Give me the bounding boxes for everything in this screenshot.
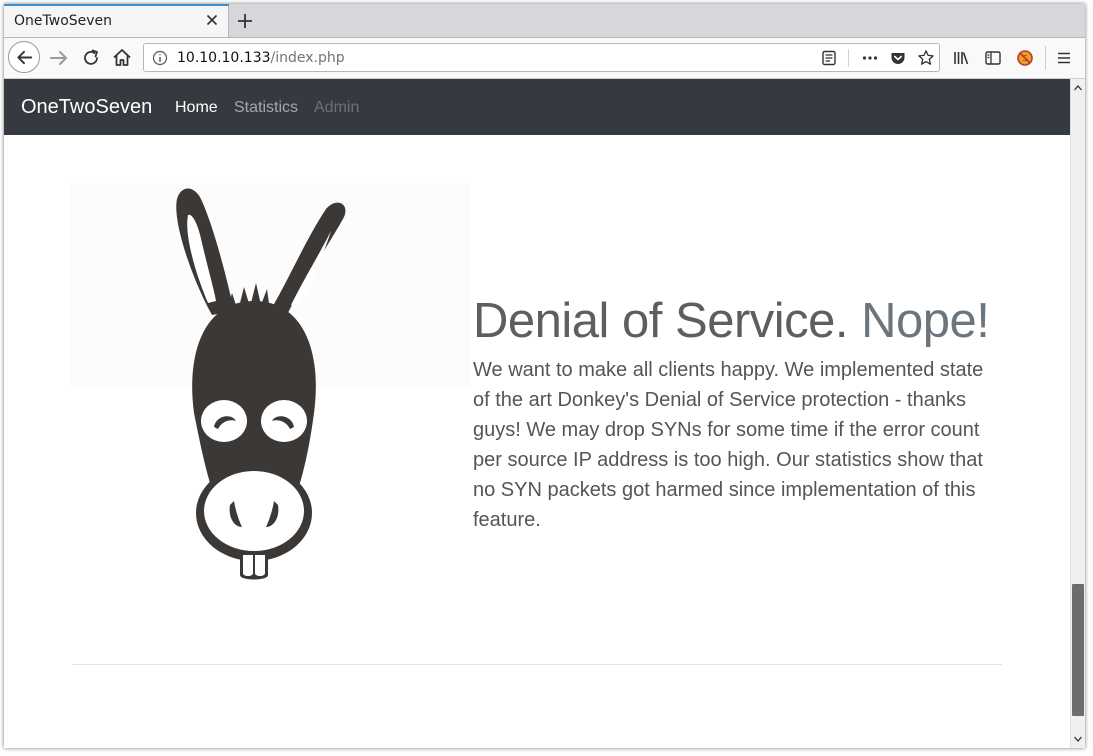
browser-toolbar: 10.10.10.133/index.php (4, 38, 1085, 79)
site-navbar: OneTwoSeven Home Statistics Admin (4, 79, 1070, 135)
nav-home-link[interactable]: Home (175, 99, 218, 117)
library-icon[interactable] (952, 49, 970, 67)
reload-icon[interactable] (78, 45, 104, 71)
hero-description: We want to make all clients happy. We im… (473, 359, 984, 531)
close-icon[interactable] (204, 12, 220, 28)
donkey-logo-image (176, 188, 346, 580)
page-content: OneTwoSeven Home Statistics Admin Denial… (4, 79, 1070, 748)
hamburger-menu-icon[interactable] (1055, 49, 1073, 67)
scrollbar-thumb[interactable] (1072, 584, 1084, 716)
plus-icon[interactable] (236, 12, 254, 30)
page-scrollbar[interactable] (1070, 79, 1085, 748)
tab-active-indicator (4, 4, 229, 6)
section-divider (72, 664, 1002, 665)
reader-view-icon[interactable] (820, 49, 838, 67)
browser-window: OneTwoSeven 10.10.10.133/index.php OneTw… (4, 4, 1085, 748)
info-icon[interactable] (152, 50, 168, 66)
tab-strip: OneTwoSeven (4, 4, 1085, 38)
toolbar-separator (1045, 46, 1046, 70)
url-bar-separator (848, 49, 849, 67)
site-brand[interactable]: OneTwoSeven (21, 96, 152, 119)
url-host: 10.10.10.133 (177, 50, 271, 66)
no-script-icon[interactable]: S (1016, 49, 1034, 67)
hero-title-main: Denial of Service. (473, 294, 849, 348)
hero-title-muted: Nope! (861, 294, 990, 348)
tab-title: OneTwoSeven (14, 13, 113, 29)
chevron-down-icon[interactable] (1073, 734, 1083, 744)
nav-statistics-link[interactable]: Statistics (234, 99, 298, 117)
home-icon[interactable] (109, 45, 135, 71)
url-path: /index.php (270, 50, 345, 66)
ellipsis-icon[interactable] (861, 49, 879, 67)
hero-title: Denial of Service. Nope! (473, 293, 990, 349)
nav-admin-link: Admin (314, 99, 360, 116)
tab-onetwoseven[interactable]: OneTwoSeven (4, 4, 229, 37)
url-bar[interactable]: 10.10.10.133/index.php (143, 43, 940, 72)
back-button[interactable] (8, 41, 40, 73)
chevron-up-icon[interactable] (1073, 83, 1083, 93)
arrow-right-icon[interactable] (46, 45, 72, 71)
url-text[interactable]: 10.10.10.133/index.php (177, 50, 345, 66)
star-icon[interactable] (917, 49, 935, 67)
sidebar-icon[interactable] (984, 49, 1002, 67)
arrow-left-icon (17, 50, 33, 65)
pocket-icon[interactable] (889, 49, 907, 67)
